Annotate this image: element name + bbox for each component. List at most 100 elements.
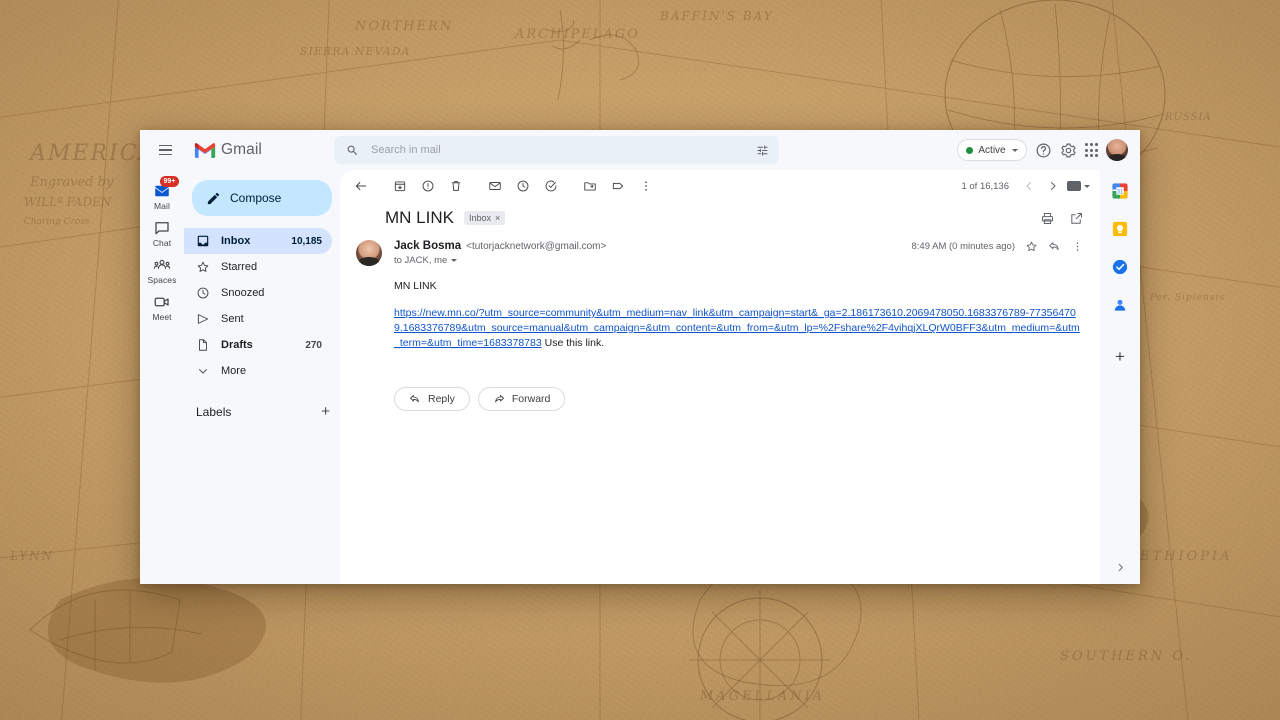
- meet-icon: [153, 293, 171, 311]
- thread-actions: [1040, 211, 1084, 226]
- message-block: Jack Bosma <tutorjacknetwork@gmail.com> …: [340, 230, 1100, 411]
- reply-arrow-icon[interactable]: [1048, 240, 1061, 253]
- sidebar-item-label: More: [221, 365, 247, 377]
- avatar[interactable]: [356, 240, 382, 266]
- keyboard-glyph: [1067, 181, 1081, 191]
- google-contacts-icon[interactable]: [1111, 296, 1129, 314]
- status-dot: [966, 146, 974, 154]
- close-icon[interactable]: ×: [495, 213, 500, 223]
- search-options-icon[interactable]: [756, 144, 769, 157]
- status-chip[interactable]: Active: [957, 139, 1027, 161]
- star-outline-icon[interactable]: [1025, 240, 1038, 253]
- chevron-right-icon[interactable]: [1115, 562, 1126, 576]
- gmail-body: 99+ Mail Chat Spaces Meet Compose Inbox …: [140, 170, 1140, 584]
- reply-button[interactable]: Reply: [394, 387, 470, 411]
- compose-label: Compose: [230, 191, 282, 205]
- sidebar-item-snoozed[interactable]: Snoozed: [184, 280, 332, 306]
- sidebar-item-spaces[interactable]: Spaces: [140, 252, 184, 287]
- message-body-line: MN LINK: [394, 280, 437, 292]
- snooze-clock-icon[interactable]: [510, 173, 536, 199]
- chevron-down-icon: [1011, 148, 1018, 152]
- help-icon[interactable]: [1035, 142, 1052, 159]
- back-arrow-icon[interactable]: [348, 173, 374, 199]
- avatar[interactable]: [1106, 139, 1128, 161]
- thread-subject-row: MN LINK Inbox ×: [340, 202, 1100, 230]
- add-to-tasks-icon[interactable]: [538, 173, 564, 199]
- send-icon: [196, 312, 210, 326]
- mail-sidebar: Compose Inbox 10,185 Starred Snoozed Sen…: [184, 170, 340, 584]
- gmail-logo[interactable]: Gmail: [182, 141, 322, 159]
- google-calendar-icon[interactable]: 31: [1111, 182, 1129, 200]
- reply-arrow-icon: [410, 395, 419, 403]
- report-spam-icon[interactable]: [415, 173, 441, 199]
- sidebar-item-starred[interactable]: Starred: [184, 254, 332, 280]
- google-keep-icon[interactable]: [1111, 220, 1129, 238]
- pencil-icon: [206, 191, 221, 206]
- chevron-left-icon[interactable]: [1019, 176, 1039, 196]
- search-input[interactable]: Search in mail: [334, 136, 779, 164]
- sidebar-item-inbox[interactable]: Inbox 10,185: [184, 228, 332, 254]
- forward-label: Forward: [511, 393, 551, 405]
- svg-text:31: 31: [1117, 189, 1124, 195]
- spaces-icon: [153, 256, 171, 274]
- hamburger-icon[interactable]: [152, 137, 178, 163]
- message-timestamp: 8:49 AM (0 minutes ago): [911, 241, 1016, 252]
- labels-header-row: Labels +: [196, 404, 330, 419]
- sidebar-item-label: Meet: [152, 312, 172, 322]
- clock-icon: [196, 286, 210, 300]
- page-title: MN LINK: [385, 208, 454, 227]
- gmail-m-icon: [194, 142, 216, 158]
- sidebar-item-label: Snoozed: [221, 287, 265, 299]
- gear-icon[interactable]: [1060, 142, 1077, 159]
- sidebar-item-meet[interactable]: Meet: [140, 289, 184, 324]
- sidebar-item-count: 10,185: [291, 235, 322, 247]
- mail-icon: 99+: [153, 176, 179, 200]
- plus-icon[interactable]: +: [1115, 348, 1125, 365]
- forward-button[interactable]: Forward: [477, 387, 566, 411]
- sender-name: Jack Bosma: [394, 240, 462, 252]
- compose-button[interactable]: Compose: [192, 180, 332, 216]
- trash-icon[interactable]: [443, 173, 469, 199]
- google-tasks-icon[interactable]: [1111, 258, 1129, 276]
- label-tag-icon[interactable]: [605, 173, 631, 199]
- search-icon: [346, 144, 359, 157]
- sidebar-item-chat[interactable]: Chat: [140, 215, 184, 250]
- header-right-cluster: Active: [957, 139, 1132, 161]
- move-to-icon[interactable]: [577, 173, 603, 199]
- message-content-column: Jack Bosma <tutorjacknetwork@gmail.com> …: [394, 240, 1084, 411]
- mail-folder-list: Inbox 10,185 Starred Snoozed Sent Drafts…: [184, 228, 340, 384]
- sidebar-item-label: Sent: [221, 313, 244, 325]
- plus-icon[interactable]: +: [321, 404, 330, 419]
- apps-grid-icon[interactable]: [1084, 143, 1098, 157]
- sidebar-item-sent[interactable]: Sent: [184, 306, 332, 332]
- sidebar-item-mail[interactable]: 99+ Mail: [140, 176, 184, 213]
- recipients-row[interactable]: to JACK, me: [394, 255, 1084, 266]
- reply-label: Reply: [428, 393, 455, 405]
- draft-icon: [196, 338, 210, 352]
- chevron-down-icon: [1084, 184, 1090, 188]
- sidebar-item-more[interactable]: More: [184, 358, 332, 384]
- sidebar-item-drafts[interactable]: Drafts 270: [184, 332, 332, 358]
- chevron-right-icon[interactable]: [1043, 176, 1063, 196]
- star-icon: [196, 260, 210, 274]
- status-badge[interactable]: Inbox ×: [463, 211, 506, 225]
- sender-row: Jack Bosma <tutorjacknetwork@gmail.com> …: [394, 240, 1084, 253]
- sidebar-item-label: Drafts: [221, 339, 253, 351]
- more-vertical-icon[interactable]: [633, 173, 659, 199]
- recipients-text: to JACK, me: [394, 255, 448, 266]
- archive-icon[interactable]: [387, 173, 413, 199]
- mail-unread-badge: 99+: [160, 176, 179, 188]
- message-meta: 8:49 AM (0 minutes ago): [912, 240, 1085, 253]
- forward-arrow-icon: [494, 395, 504, 403]
- input-tools-icon[interactable]: [1067, 181, 1090, 191]
- gmail-wordmark: Gmail: [221, 141, 262, 158]
- more-vertical-icon[interactable]: [1071, 240, 1084, 253]
- chat-icon: [153, 219, 171, 237]
- mark-unread-icon[interactable]: [482, 173, 508, 199]
- printer-icon[interactable]: [1040, 211, 1055, 226]
- pagination: 1 of 16,136: [961, 176, 1090, 196]
- open-in-new-icon[interactable]: [1069, 211, 1084, 226]
- chevron-down-icon: [196, 364, 210, 378]
- message-body-link-block: https://new.mn.co/?utm_source=community&…: [394, 306, 1084, 351]
- message-link[interactable]: https://new.mn.co/?utm_source=community&…: [394, 307, 1080, 349]
